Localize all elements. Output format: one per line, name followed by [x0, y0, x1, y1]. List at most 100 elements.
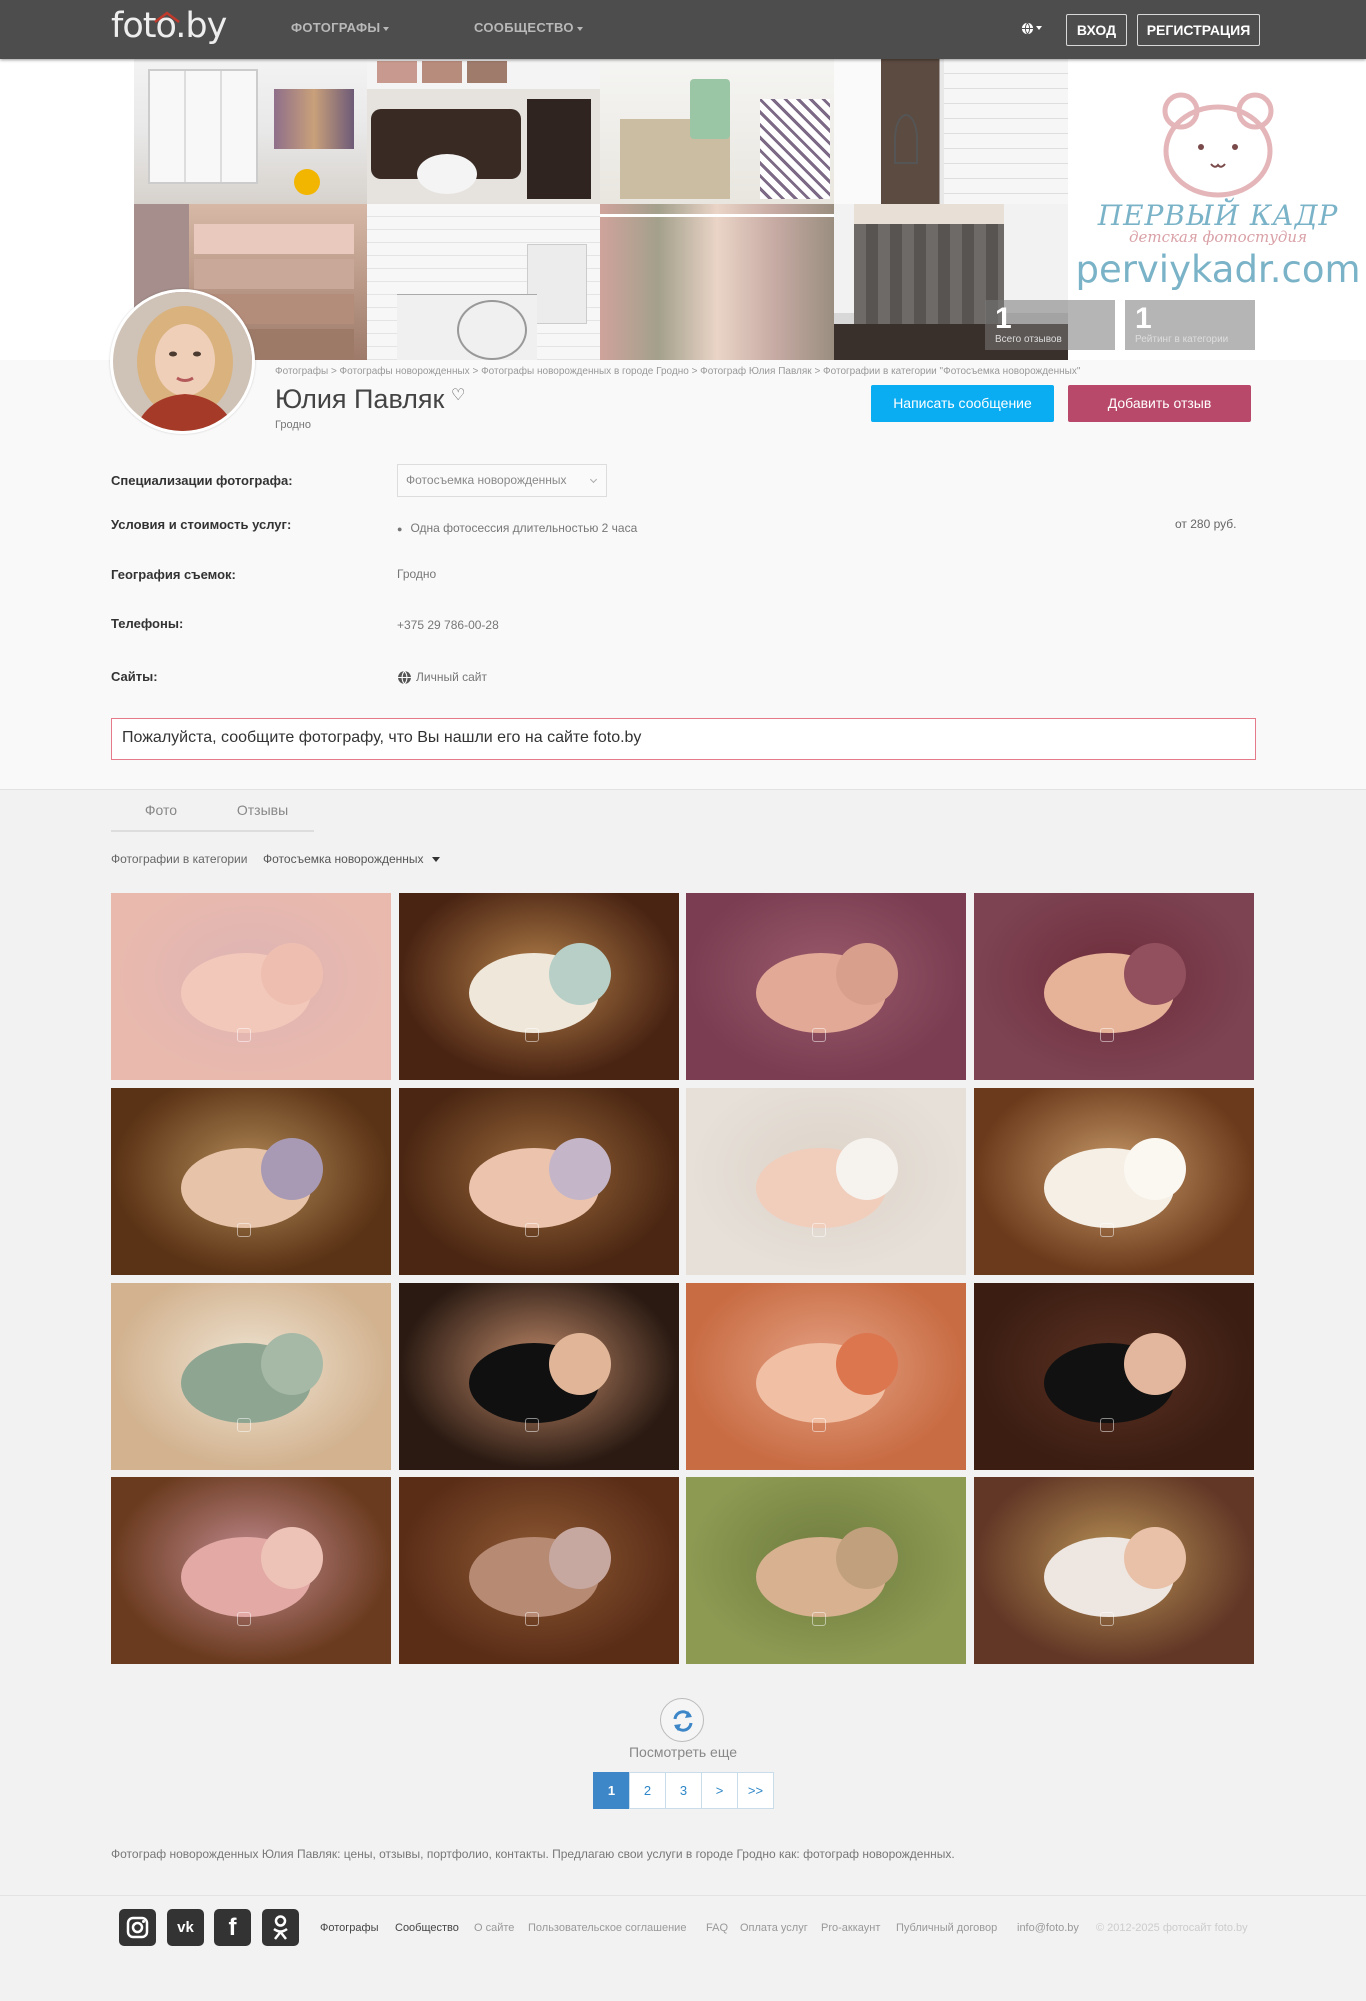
watermark-icon: [237, 1612, 251, 1626]
stat-rating: 1 Рейтинг в категории: [1125, 300, 1255, 350]
watermark-icon: [812, 1028, 826, 1042]
photo-subject-head: [261, 1527, 323, 1589]
footer-link[interactable]: Оплата услуг: [740, 1922, 808, 1934]
stat-value: 1: [995, 302, 1012, 335]
footer-link[interactable]: Pro-аккаунт: [821, 1922, 880, 1934]
stat-label: Рейтинг в категории: [1135, 334, 1229, 345]
gallery-photo[interactable]: [974, 1477, 1254, 1664]
watermark-icon: [525, 1028, 539, 1042]
sites-label: Сайты:: [111, 669, 158, 684]
phones-value[interactable]: +375 29 786-00-28: [397, 618, 499, 632]
watermark-icon: [525, 1223, 539, 1237]
gallery-photo[interactable]: [974, 1283, 1254, 1470]
watermark-icon: [1100, 1612, 1114, 1626]
page-next[interactable]: >: [701, 1772, 738, 1809]
facebook-icon[interactable]: f: [214, 1909, 251, 1946]
watermark-icon: [1100, 1223, 1114, 1237]
watermark-icon: [1100, 1028, 1114, 1042]
photo-subject-head: [261, 943, 323, 1005]
avatar-image: [113, 292, 252, 431]
personal-site-link[interactable]: Личный сайт: [397, 670, 487, 685]
site-logo[interactable]: foto.by: [111, 6, 227, 52]
vk-icon[interactable]: vk: [167, 1909, 204, 1946]
language-switcher[interactable]: [1021, 19, 1042, 35]
gallery-photo[interactable]: [399, 893, 679, 1080]
globe-icon: [1021, 22, 1034, 35]
watermark-icon: [1100, 1418, 1114, 1432]
page-1[interactable]: 1: [593, 1772, 630, 1809]
gallery-photo[interactable]: [686, 1283, 966, 1470]
stat-value: 1: [1135, 302, 1152, 335]
top-navbar: foto.by ФОТОГРАФЫ СООБЩЕСТВО ВХОД РЕГИСТ…: [0, 0, 1366, 59]
photo-subject-head: [1124, 943, 1186, 1005]
breadcrumb[interactable]: Фотографы > Фотографы новорожденных > Фо…: [275, 366, 1080, 377]
footer-link[interactable]: Сообщество: [395, 1922, 459, 1934]
footer-copyright: © 2012-2025 фотосайт foto.by: [1096, 1922, 1248, 1934]
footer-link[interactable]: FAQ: [706, 1922, 728, 1934]
gallery-photo[interactable]: [399, 1088, 679, 1275]
gallery-photo[interactable]: [399, 1477, 679, 1664]
page-last[interactable]: >>: [737, 1772, 774, 1809]
nav-community[interactable]: СООБЩЕСТВО: [474, 20, 583, 35]
gallery-photo[interactable]: [686, 1477, 966, 1664]
photo-subject-head: [549, 1333, 611, 1395]
photographer-city: Гродно: [275, 419, 311, 431]
avatar: [110, 289, 255, 434]
terms-price: от 280 руб.: [1175, 517, 1237, 531]
page-title: Юлия Павляк: [275, 384, 445, 414]
tab-photos[interactable]: Фото: [111, 792, 211, 832]
watermark-icon: [525, 1612, 539, 1626]
odnoklassniki-icon[interactable]: [262, 1909, 299, 1946]
footer-link[interactable]: Пользовательское соглашение: [528, 1922, 686, 1934]
bear-logo-icon: [1162, 92, 1274, 198]
footer-link[interactable]: О сайте: [474, 1922, 514, 1934]
footer-link[interactable]: info@foto.by: [1017, 1922, 1079, 1934]
favorite-heart-icon[interactable]: ♡: [451, 385, 465, 405]
photo-subject-head: [836, 943, 898, 1005]
gallery-photo[interactable]: [974, 1088, 1254, 1275]
gallery-photo[interactable]: [111, 1477, 391, 1664]
photo-subject-head: [836, 1138, 898, 1200]
caret-down-icon: [431, 857, 440, 863]
photo-subject-head: [836, 1333, 898, 1395]
footer-link[interactable]: Публичный договор: [896, 1922, 997, 1934]
gallery-photo[interactable]: [974, 893, 1254, 1080]
load-more-label[interactable]: Посмотреть еще: [583, 1744, 783, 1760]
gallery-photo[interactable]: [686, 893, 966, 1080]
load-more-button[interactable]: [660, 1698, 704, 1742]
write-message-button[interactable]: Написать сообщение: [871, 385, 1054, 422]
watermark-icon: [237, 1223, 251, 1237]
gallery-photo[interactable]: [111, 1283, 391, 1470]
stat-label: Всего отзывов: [995, 334, 1062, 345]
seo-description: Фотограф новорожденных Юлия Павляк: цены…: [111, 1847, 955, 1861]
phones-label: Телефоны:: [111, 616, 184, 631]
category-dropdown[interactable]: Фотосъемка новорожденных: [263, 852, 440, 866]
watermark-icon: [812, 1418, 826, 1432]
gallery-photo[interactable]: [399, 1283, 679, 1470]
gallery-photo[interactable]: [111, 893, 391, 1080]
login-button[interactable]: ВХОД: [1066, 14, 1127, 46]
stat-reviews-count: 1 Всего отзывов: [985, 300, 1115, 350]
nav-photographers[interactable]: ФОТОГРАФЫ: [291, 20, 390, 35]
photo-subject-head: [1124, 1138, 1186, 1200]
terms-item: ● Одна фотосессия длительностью 2 часа: [397, 521, 638, 535]
instagram-icon[interactable]: [119, 1909, 156, 1946]
gallery-photo[interactable]: [111, 1088, 391, 1275]
notice-banner: Пожалуйста, сообщите фотографу, что Вы н…: [111, 718, 1256, 760]
specialization-select[interactable]: Фотосъемка новорожденных: [397, 464, 607, 497]
add-review-button[interactable]: Добавить отзыв: [1068, 385, 1251, 422]
cover-photo-white-room: [367, 204, 600, 360]
studio-logo: ПЕРВЫЙ КАДР детская фотостудия perviykad…: [1070, 89, 1366, 291]
page-2[interactable]: 2: [629, 1772, 666, 1809]
logo-roof-icon: [154, 11, 180, 23]
cover-photo-sofa: [367, 59, 600, 204]
tab-reviews[interactable]: Отзывы: [211, 792, 314, 832]
watermark-icon: [812, 1223, 826, 1237]
footer-link[interactable]: Фотографы: [320, 1922, 378, 1934]
gallery-photo[interactable]: [686, 1088, 966, 1275]
footer: [0, 1895, 1366, 2001]
page-3[interactable]: 3: [665, 1772, 702, 1809]
category-label: Фотографии в категории: [111, 852, 248, 866]
register-button[interactable]: РЕГИСТРАЦИЯ: [1137, 14, 1260, 46]
photo-subject-head: [549, 943, 611, 1005]
